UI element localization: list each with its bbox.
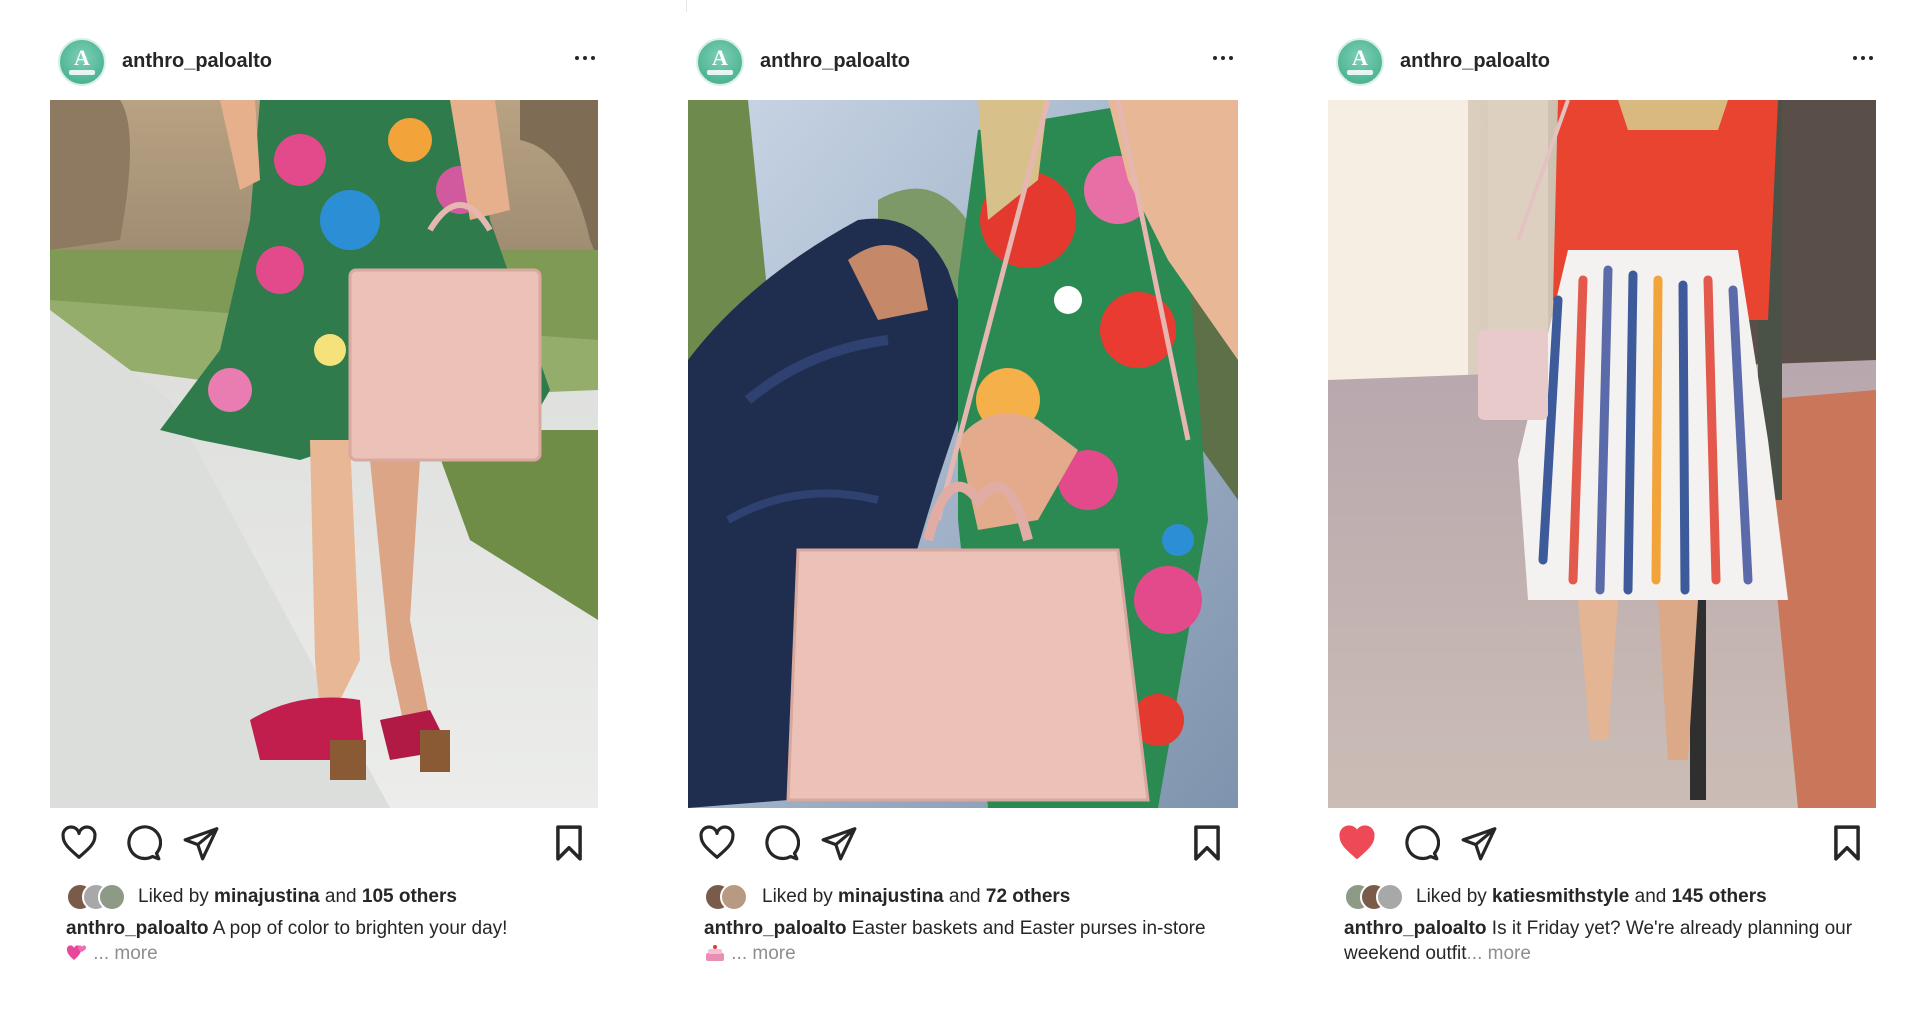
comment-icon[interactable]	[124, 824, 162, 862]
comment-icon[interactable]	[762, 824, 800, 862]
likes-text[interactable]: Liked by minajustina and 105 others	[138, 886, 457, 908]
avatar-band	[707, 70, 733, 75]
likes-row: Liked by minajustina and 72 others	[690, 878, 1250, 914]
liker-avatar	[98, 883, 126, 911]
photo-floral-dress-denim-jacket-bag	[688, 100, 1238, 808]
liker-name[interactable]: minajustina	[214, 886, 320, 907]
post-photo[interactable]	[688, 100, 1238, 808]
post-username[interactable]: anthro_paloalto	[760, 50, 910, 73]
likes-text[interactable]: Liked by katiesmithstyle and 145 others	[1416, 886, 1767, 908]
more-options-icon[interactable]	[1848, 46, 1878, 70]
avatar-letter: A	[712, 45, 728, 70]
post-username[interactable]: anthro_paloalto	[122, 50, 272, 73]
top-divider	[686, 0, 687, 12]
bookmark-icon[interactable]	[1828, 824, 1866, 862]
likes-others[interactable]: 105 others	[362, 886, 457, 907]
liker-avatars[interactable]	[1344, 883, 1404, 911]
photo-striped-skirt-red-sweater	[1328, 100, 1876, 808]
liker-avatars[interactable]	[66, 883, 126, 911]
heart-icon[interactable]	[698, 824, 736, 862]
bookmark-icon[interactable]	[550, 824, 588, 862]
post-actions	[52, 808, 612, 878]
caption-ellipsis: ...	[1466, 943, 1488, 964]
liker-name[interactable]: minajustina	[838, 886, 944, 907]
post-card: A anthro_paloalto	[688, 28, 1250, 966]
liker-name[interactable]: katiesmithstyle	[1492, 886, 1629, 907]
post-actions	[1330, 808, 1890, 878]
likes-prefix: Liked by	[762, 886, 839, 907]
profile-avatar[interactable]: A	[696, 38, 744, 86]
caption-username[interactable]: anthro_paloalto	[1344, 918, 1487, 939]
caption-ellipsis: ...	[731, 943, 753, 964]
heart-filled-icon[interactable]	[1338, 824, 1376, 862]
post-header: A anthro_paloalto	[1330, 28, 1890, 100]
avatar-letter: A	[74, 45, 90, 70]
post-header: A anthro_paloalto	[52, 28, 612, 100]
likes-others[interactable]: 145 others	[1672, 886, 1767, 907]
likes-text[interactable]: Liked by minajustina and 72 others	[762, 886, 1070, 908]
post-caption: anthro_paloalto Easter baskets and Easte…	[690, 916, 1224, 966]
post-caption: anthro_paloalto A pop of color to bright…	[52, 916, 586, 966]
post-card: A anthro_paloalto	[1328, 28, 1890, 966]
share-icon[interactable]	[182, 824, 220, 862]
likes-row: Liked by katiesmithstyle and 145 others	[1330, 878, 1890, 914]
avatar-band	[69, 70, 95, 75]
heart-icon[interactable]	[60, 824, 98, 862]
comment-icon[interactable]	[1402, 824, 1440, 862]
two-hearts-emoji-icon	[66, 945, 87, 960]
likes-connector: and	[943, 886, 986, 907]
cake-emoji-icon	[706, 945, 724, 961]
profile-avatar[interactable]: A	[58, 38, 106, 86]
more-options-icon[interactable]	[1208, 46, 1238, 70]
avatar-letter: A	[1352, 45, 1368, 70]
liker-avatar	[720, 883, 748, 911]
post-actions	[690, 808, 1250, 878]
caption-more-link[interactable]: more	[1488, 943, 1531, 964]
share-icon[interactable]	[1460, 824, 1498, 862]
likes-others[interactable]: 72 others	[986, 886, 1070, 907]
post-photo[interactable]	[50, 100, 598, 808]
likes-prefix: Liked by	[138, 886, 215, 907]
post-username[interactable]: anthro_paloalto	[1400, 50, 1550, 73]
caption-username[interactable]: anthro_paloalto	[66, 918, 209, 939]
likes-row: Liked by minajustina and 105 others	[52, 878, 612, 914]
liker-avatar	[1376, 883, 1404, 911]
post-card: A anthro_paloalto	[50, 28, 612, 966]
profile-avatar[interactable]: A	[1336, 38, 1384, 86]
post-caption: anthro_paloalto Is it Friday yet? We're …	[1330, 916, 1864, 966]
likes-connector: and	[319, 886, 362, 907]
caption-username[interactable]: anthro_paloalto	[704, 918, 847, 939]
likes-connector: and	[1629, 886, 1672, 907]
caption-text: A pop of color to brighten your day!	[208, 918, 508, 939]
more-options-icon[interactable]	[570, 46, 600, 70]
photo-floral-dress-pink-bag	[50, 100, 598, 808]
share-icon[interactable]	[820, 824, 858, 862]
post-photo[interactable]	[1328, 100, 1876, 808]
likes-prefix: Liked by	[1416, 886, 1493, 907]
avatar-band	[1347, 70, 1373, 75]
caption-ellipsis: ...	[93, 943, 115, 964]
caption-text: Easter baskets and Easter purses in-stor…	[846, 918, 1206, 939]
liker-avatars[interactable]	[704, 883, 764, 911]
caption-more-link[interactable]: more	[752, 943, 795, 964]
bookmark-icon[interactable]	[1188, 824, 1226, 862]
post-header: A anthro_paloalto	[690, 28, 1250, 100]
caption-more-link[interactable]: more	[114, 943, 157, 964]
